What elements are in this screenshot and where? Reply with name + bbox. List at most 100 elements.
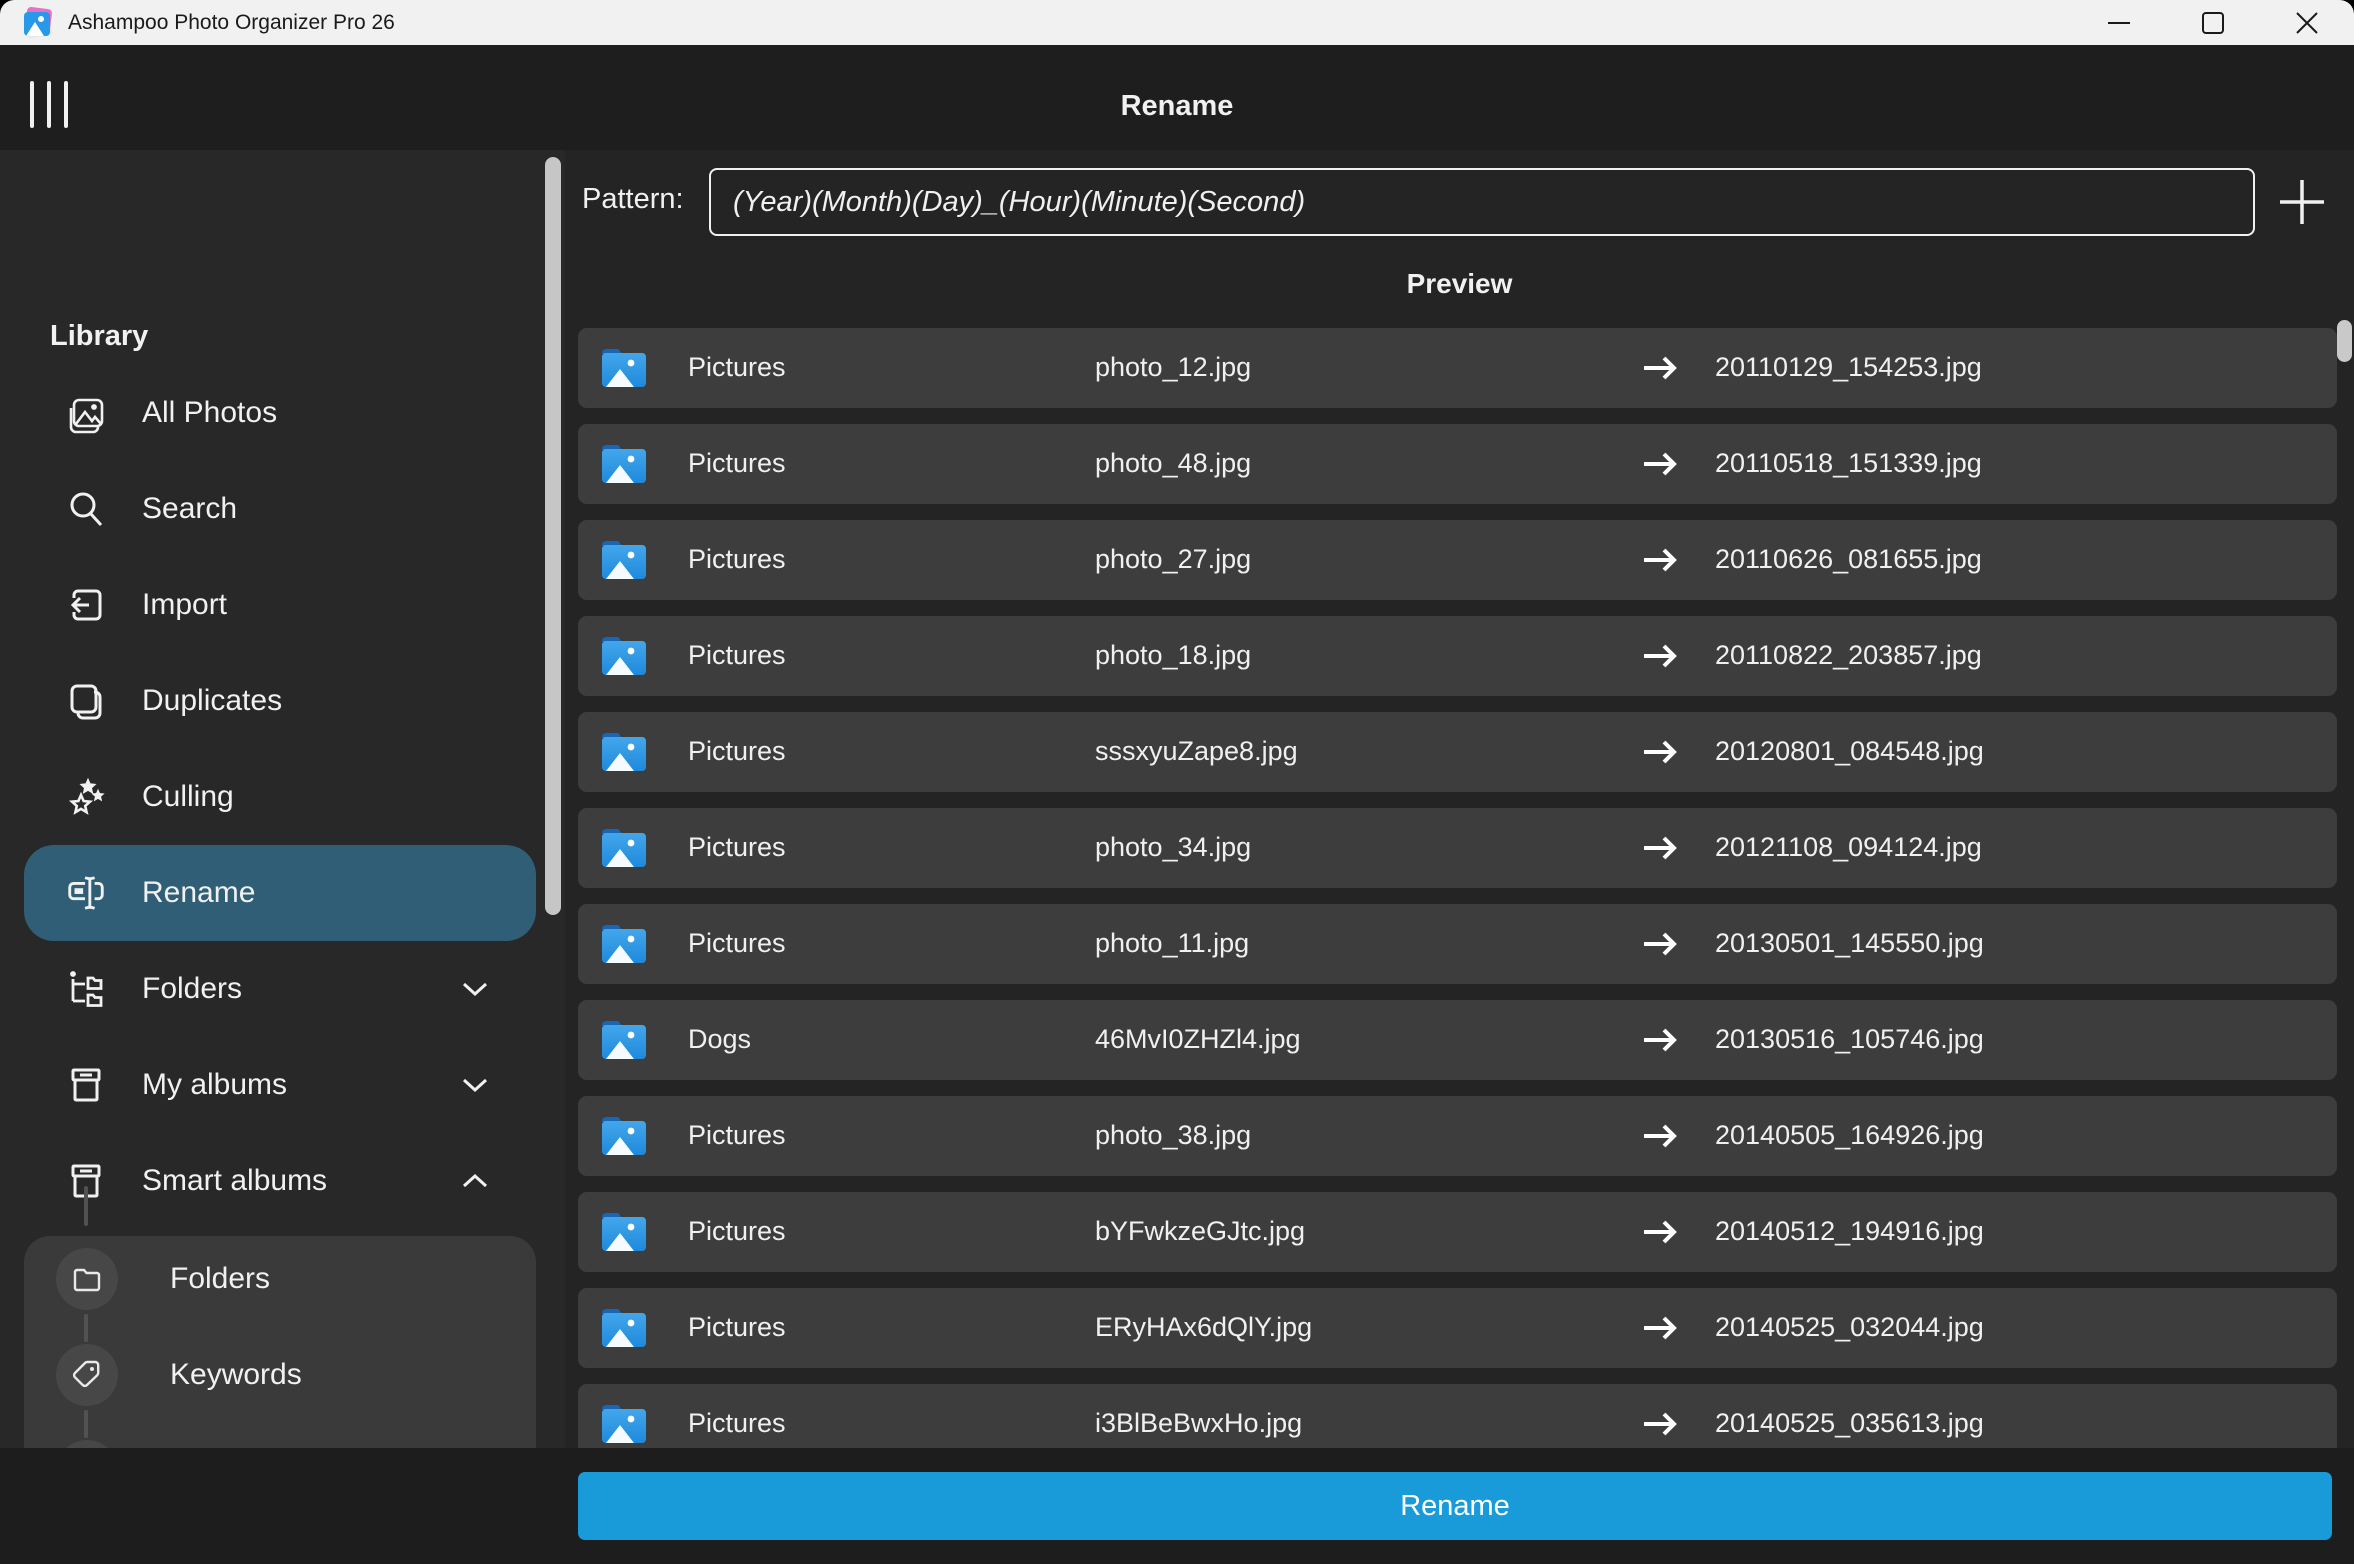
close-button[interactable] [2260,0,2354,45]
row-folder: Pictures [688,448,786,479]
preview-row[interactable]: Pictures photo_11.jpg 20130501_145550.jp… [578,904,2337,984]
culling-icon [64,775,108,819]
arrow-right-icon [1640,542,1680,578]
library-section-label: Library [50,320,148,353]
pictures-folder-icon [600,635,648,677]
pictures-folder-icon [600,1403,648,1445]
row-new-name: 20121108_094124.jpg [1715,832,1982,863]
arrow-right-icon [1640,1310,1680,1346]
arrow-right-icon [1640,926,1680,962]
plus-icon[interactable] [2276,176,2328,228]
app-window: Ashampoo Photo Organizer Pro 26 Rename L… [0,0,2354,1564]
row-folder: Pictures [688,928,786,959]
arrow-right-icon [1640,638,1680,674]
folder-tree-icon [64,967,108,1011]
row-folder: Pictures [688,736,786,767]
tree-connector [84,1186,88,1226]
sidebar-item-label: Rename [142,876,255,910]
page-title: Rename [0,90,2354,123]
row-folder: Dogs [688,1024,751,1055]
row-old-name: photo_34.jpg [1095,832,1251,863]
pictures-folder-icon [600,539,648,581]
window-title: Ashampoo Photo Organizer Pro 26 [68,11,395,35]
sidebar-item-my-albums[interactable]: My albums [24,1037,536,1133]
tag-icon [71,1359,103,1391]
pictures-folder-icon [600,1115,648,1157]
album-box-icon [64,1063,108,1107]
chevron-down-icon[interactable] [460,1076,490,1094]
sidebar-item-label: Duplicates [142,684,282,718]
duplicates-icon [64,679,108,723]
row-old-name: photo_27.jpg [1095,544,1251,575]
sidebar-item-import[interactable]: Import [24,557,536,653]
row-old-name: photo_12.jpg [1095,352,1251,383]
sidebar-item-keywords[interactable]: Keywords [24,1327,536,1423]
sidebar-item-culling[interactable]: Culling [24,749,536,845]
chevron-up-icon[interactable] [460,1172,490,1190]
search-icon [64,487,108,531]
sidebar-item-smart-albums[interactable]: Smart albums [24,1133,536,1229]
sidebar-item-duplicates[interactable]: Duplicates [24,653,536,749]
pictures-folder-icon [600,1211,648,1253]
arrow-right-icon [1640,446,1680,482]
preview-row[interactable]: Pictures photo_34.jpg 20121108_094124.jp… [578,808,2337,888]
folder-icon [71,1263,103,1295]
row-old-name: i3BlBeBwxHo.jpg [1095,1408,1302,1439]
sidebar-item-label: Folders [142,972,242,1006]
row-old-name: photo_48.jpg [1095,448,1251,479]
arrow-right-icon [1640,1118,1680,1154]
preview-scrollbar[interactable] [2337,320,2352,362]
sidebar-item-label: Smart albums [142,1164,327,1198]
row-new-name: 20140525_035613.jpg [1715,1408,1984,1439]
arrow-right-icon [1640,350,1680,386]
pattern-input[interactable] [709,168,2255,236]
sidebar-item-label: Culling [142,780,234,814]
row-new-name: 20110822_203857.jpg [1715,640,1982,671]
arrow-right-icon [1640,830,1680,866]
preview-row[interactable]: Pictures photo_12.jpg 20110129_154253.jp… [578,328,2337,408]
row-new-name: 20130516_105746.jpg [1715,1024,1984,1055]
preview-row[interactable]: Pictures bYFwkzeGJtc.jpg 20140512_194916… [578,1192,2337,1272]
row-old-name: sssxyuZape8.jpg [1095,736,1298,767]
sidebar-item-rename[interactable]: Rename [24,845,536,941]
pictures-folder-icon [600,923,648,965]
pictures-folder-icon [600,1019,648,1061]
chevron-down-icon[interactable] [460,980,490,998]
preview-row[interactable]: Dogs 46MvI0ZHZl4.jpg 20130516_105746.jpg [578,1000,2337,1080]
row-old-name: ERyHAx6dQlY.jpg [1095,1312,1312,1343]
pictures-folder-icon [600,443,648,485]
titlebar: Ashampoo Photo Organizer Pro 26 [0,0,2354,45]
row-folder: Pictures [688,1312,786,1343]
sidebar-scrollbar[interactable] [545,157,561,915]
arrow-right-icon [1640,1406,1680,1442]
row-folder: Pictures [688,1120,786,1151]
row-new-name: 20110129_154253.jpg [1715,352,1982,383]
pictures-folder-icon [600,347,648,389]
preview-row[interactable]: Pictures ERyHAx6dQlY.jpg 20140525_032044… [578,1288,2337,1368]
maximize-button[interactable] [2166,0,2260,45]
preview-row[interactable]: Pictures photo_18.jpg 20110822_203857.jp… [578,616,2337,696]
import-icon [64,583,108,627]
sidebar-item-search[interactable]: Search [24,461,536,557]
sidebar-item-label: Search [142,492,237,526]
row-new-name: 20130501_145550.jpg [1715,928,1984,959]
row-folder: Pictures [688,1216,786,1247]
rename-button[interactable]: Rename [578,1472,2332,1540]
preview-row[interactable]: Pictures i3BlBeBwxHo.jpg 20140525_035613… [578,1384,2337,1448]
row-folder: Pictures [688,640,786,671]
minimize-button[interactable] [2072,0,2166,45]
sidebar: Library All Photos Search [0,150,565,1564]
sidebar-item-folders[interactable]: Folders [24,941,536,1037]
preview-row[interactable]: Pictures photo_48.jpg 20110518_151339.jp… [578,424,2337,504]
rename-panel: Pattern: Preview [565,150,2354,1564]
row-new-name: 20140512_194916.jpg [1715,1216,1984,1247]
preview-row[interactable]: Pictures photo_27.jpg 20110626_081655.jp… [578,520,2337,600]
row-folder: Pictures [688,544,786,575]
pictures-folder-icon [600,827,648,869]
preview-row[interactable]: Pictures sssxyuZape8.jpg 20120801_084548… [578,712,2337,792]
photos-icon [64,391,108,435]
sidebar-item-smart-folders[interactable]: Folders [24,1231,536,1327]
preview-row[interactable]: Pictures photo_38.jpg 20140505_164926.jp… [578,1096,2337,1176]
bottom-bar: Rename [0,1448,2354,1564]
sidebar-item-all-photos[interactable]: All Photos [24,365,536,461]
